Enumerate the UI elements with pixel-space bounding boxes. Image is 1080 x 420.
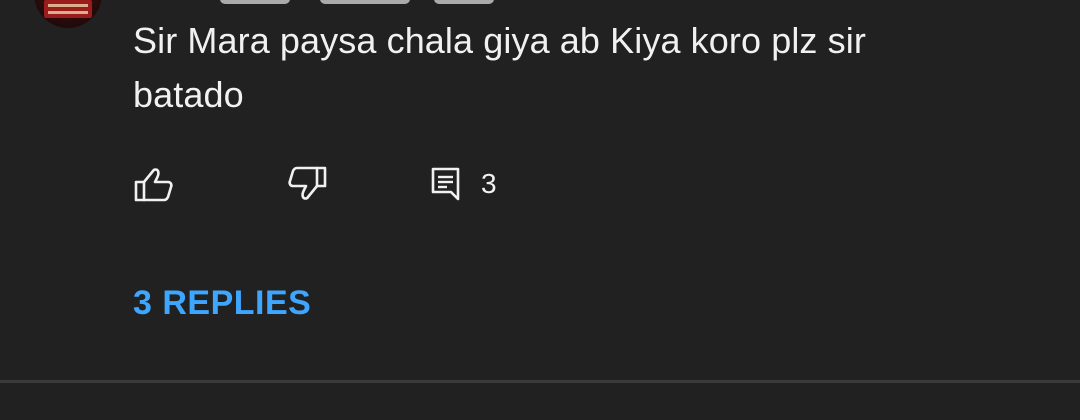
reply-count: 3 <box>481 168 497 199</box>
thumb-up-icon <box>134 168 173 202</box>
avatar-logo <box>44 0 92 18</box>
thumb-down-icon <box>288 166 327 200</box>
comment-header <box>134 0 514 6</box>
avatar[interactable] <box>34 0 102 28</box>
timestamp-fragment <box>434 0 494 4</box>
comment-icon <box>431 167 460 201</box>
dislike-button[interactable] <box>286 164 328 204</box>
author-name-fragment <box>220 0 290 4</box>
reply-button[interactable]: 3 <box>429 164 497 204</box>
like-button[interactable] <box>133 164 175 204</box>
comment-thread: Sir Mara paysa chala giya ab Kiya koro p… <box>0 0 1080 420</box>
author-name-fragment <box>320 0 410 4</box>
view-replies-link[interactable]: 3 REPLIES <box>133 284 311 323</box>
avatar-logo-line <box>48 11 88 14</box>
avatar-logo-line <box>48 4 88 7</box>
comment-text: Sir Mara paysa chala giya ab Kiya koro p… <box>133 20 866 115</box>
divider <box>0 380 1080 383</box>
